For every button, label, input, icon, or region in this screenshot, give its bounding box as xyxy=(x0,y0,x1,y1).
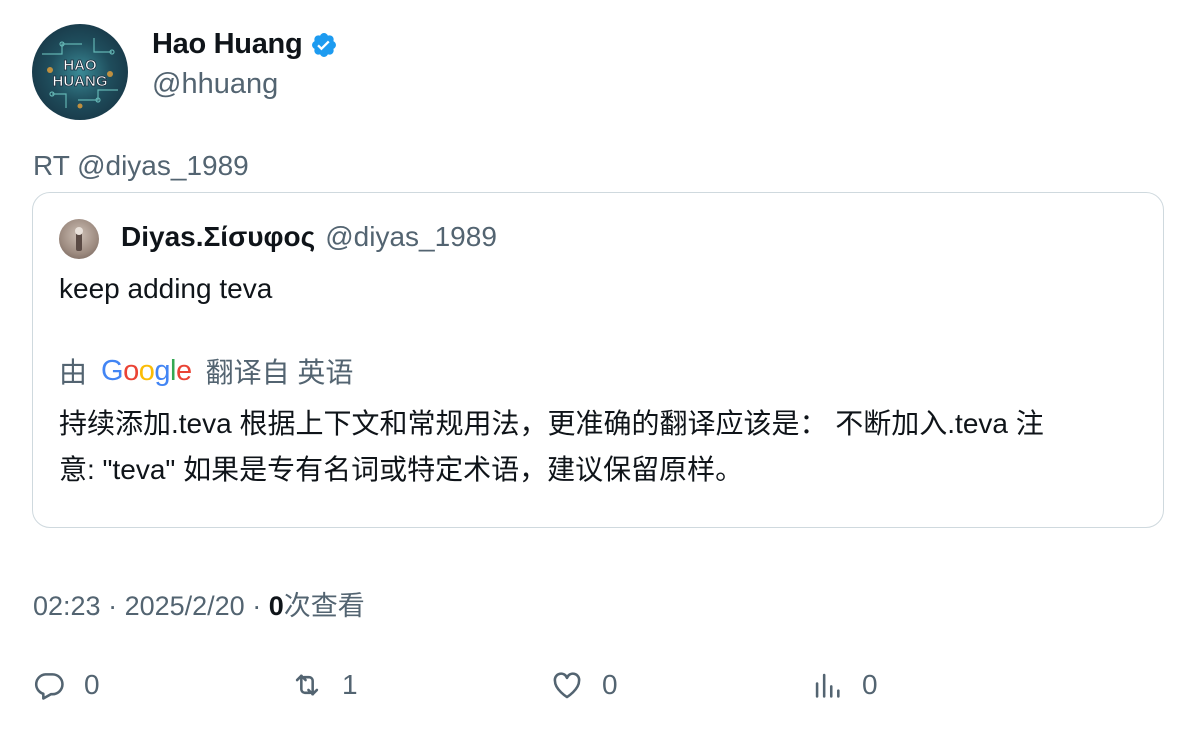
retweet-count: 1 xyxy=(342,669,358,700)
reply-icon xyxy=(32,668,66,702)
quoted-handle[interactable]: @diyas_1989 xyxy=(325,221,497,253)
quoted-tweet-card[interactable]: Diyas.Σίσυφος @diyas_1989 keep adding te… xyxy=(32,192,1164,528)
google-letter: e xyxy=(175,354,192,387)
google-letter: o xyxy=(138,354,155,387)
reply-button[interactable]: 0 xyxy=(32,668,100,702)
author-name-row: Hao Huang xyxy=(152,28,338,61)
views-count: 0 xyxy=(268,591,284,621)
google-letter: o xyxy=(123,354,139,387)
author-handle[interactable]: @hhuang xyxy=(152,68,278,101)
tweet-date[interactable]: 2025/2/20 xyxy=(125,591,245,621)
avatar-text-2: HUANG xyxy=(53,73,108,90)
retweet-button[interactable]: 1 xyxy=(290,668,358,702)
quoted-header: Diyas.Σίσυφος @diyas_1989 xyxy=(121,221,497,253)
retweet-icon xyxy=(290,668,324,702)
like-button[interactable]: 0 xyxy=(550,668,618,702)
translation-prefix: 由 xyxy=(59,357,88,388)
author-avatar[interactable]: HAO HUANG xyxy=(32,24,128,120)
tweet-time[interactable]: 02:23 xyxy=(33,591,101,621)
views-button[interactable]: 0 xyxy=(810,668,878,702)
reply-count: 0 xyxy=(84,669,100,700)
quoted-author-avatar[interactable] xyxy=(59,219,99,259)
like-icon xyxy=(550,668,584,702)
action-bar: 0 1 0 0 xyxy=(32,668,1132,708)
retweet-line: RT @diyas_1989 xyxy=(33,150,249,181)
tweet-meta: 02:23 · 2025/2/20 · 0次查看 xyxy=(33,584,365,623)
views-action-count: 0 xyxy=(862,669,878,700)
translation-suffix: 翻译自 英语 xyxy=(205,357,354,388)
google-letter: g xyxy=(154,354,170,387)
avatar-text-1: HAO xyxy=(63,57,97,74)
translation-attribution: 由 Google 翻译自 英语 xyxy=(59,351,353,391)
google-letter: G xyxy=(101,354,124,387)
translated-text: 持续添加.teva 根据上下文和常规用法，更准确的翻译应该是： 不断加入.tev… xyxy=(59,408,1044,485)
google-logo: Google xyxy=(101,355,192,388)
like-count: 0 xyxy=(602,669,618,700)
views-icon xyxy=(810,668,844,702)
quoted-text: keep adding teva xyxy=(59,273,273,304)
meta-separator: · xyxy=(244,591,269,621)
author-display-name[interactable]: Hao Huang xyxy=(152,28,303,61)
quoted-display-name[interactable]: Diyas.Σίσυφος xyxy=(121,221,315,253)
verified-badge-icon[interactable] xyxy=(310,31,338,59)
views-label: 次查看 xyxy=(283,591,365,621)
meta-separator: · xyxy=(100,591,125,621)
